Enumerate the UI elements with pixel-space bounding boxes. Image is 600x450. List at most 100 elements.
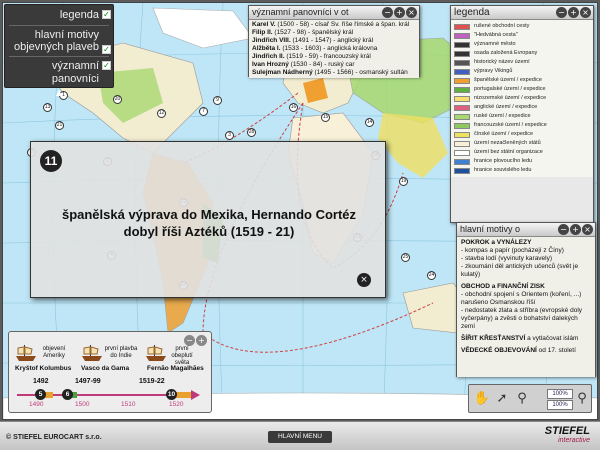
motive-line: - zkoumání děl antických učenců (svět je…	[461, 263, 579, 278]
checkbox-rulers[interactable]: ✓	[102, 61, 111, 70]
checkbox-motives[interactable]: ✓	[102, 45, 111, 54]
legend-label: portugalské území / expedice	[474, 86, 546, 92]
zoom-in-icon[interactable]: ⚲	[573, 389, 591, 409]
legend-panel-titlebar[interactable]: legenda − + ×	[451, 6, 593, 20]
legend-item: čínské území / expedice	[454, 130, 590, 139]
close-icon[interactable]: ×	[582, 224, 593, 235]
layer-motives[interactable]: hlavní motivy objevných plaveb ✓	[5, 29, 113, 54]
minimize-icon[interactable]: −	[558, 224, 569, 235]
explorer-desc: objevení Ameriky	[42, 346, 66, 359]
map-marker[interactable]: 9	[213, 96, 222, 105]
layer-motives-label: hlavní motivy objevných plaveb	[13, 29, 99, 53]
motive-heading-text: POKROK a VYNÁLEZY	[461, 239, 532, 246]
ruler-name: Jindřich VIII.	[252, 37, 291, 44]
logo-text: STIEFEL	[544, 425, 590, 437]
legend-item: hranice souvislého ledu	[454, 166, 590, 175]
info-popup: 11 španělská výprava do Mexika, Hernando…	[30, 141, 386, 298]
legend-item: ruské území / expedice	[454, 112, 590, 121]
legend-item: rušené obchodní cesty	[454, 22, 590, 31]
logo-subtext: interactive	[558, 437, 590, 444]
hand-icon[interactable]: ✋	[473, 389, 491, 409]
legend-swatch	[454, 113, 470, 120]
ship-icon[interactable]	[15, 344, 37, 362]
layer-legend[interactable]: legenda ✓	[5, 9, 113, 22]
map-marker[interactable]: 16	[289, 103, 298, 112]
legend-item: území nezačleněných států	[454, 139, 590, 148]
motives-panel: hlavní motivy o − + × POKROK a VYNÁLEZY - k…	[456, 222, 596, 377]
motive-heading-tail: od 17. století	[536, 347, 576, 354]
ruler-detail: (1495 - 1566) - osmanský sultán	[312, 69, 408, 76]
map-marker[interactable]: 20	[113, 95, 122, 104]
timeline-tick: 1520	[169, 401, 184, 408]
legend-swatch	[454, 41, 470, 48]
legend-item: výpravy Vikingů	[454, 67, 590, 76]
legend-swatch	[454, 167, 470, 174]
map-marker[interactable]: 7	[199, 107, 208, 116]
timeline-tick: 1510	[121, 401, 136, 408]
legend-label: čínské území / expedice	[474, 131, 534, 137]
rulers-panel-titlebar[interactable]: významní panovníci v ot − + ×	[249, 6, 419, 20]
map-marker[interactable]: 13	[43, 103, 52, 112]
pointer-icon[interactable]: ➚	[493, 389, 511, 409]
motive-heading: OBCHOD a FINANČNÍ ZISK	[461, 283, 591, 291]
motive-line: - nedostatek zlata a stříbra (evropské d…	[461, 307, 583, 330]
ruler-detail: (1500 - 58) - císař Sv. říše římské a šp…	[275, 21, 410, 28]
legend-label: hranice plovoucího ledu	[474, 158, 533, 164]
map-marker[interactable]: 12	[157, 109, 166, 118]
layer-rulers[interactable]: významní panovníci ✓	[5, 60, 113, 86]
minimize-icon[interactable]: −	[382, 7, 393, 18]
map-marker[interactable]: 25	[401, 253, 410, 262]
zoom-out-icon[interactable]: ⚲	[513, 389, 531, 409]
legend-panel: legenda − + × rušené obchodní cesty "Hedváb…	[450, 5, 594, 223]
ship-icon[interactable]	[81, 344, 103, 362]
legend-panel-title: legenda	[454, 7, 490, 18]
close-icon[interactable]: ×	[406, 7, 417, 18]
main-menu-button[interactable]: HLAVNÍ MENU	[268, 431, 332, 443]
close-icon[interactable]: ×	[580, 7, 591, 18]
legend-label: rušené obchodní cesty	[474, 23, 530, 29]
timeline-marker[interactable]: 10	[166, 389, 177, 400]
legend-item: portugalské území / expedice	[454, 85, 590, 94]
map-marker[interactable]: 21	[55, 121, 64, 130]
maximize-icon[interactable]: +	[394, 7, 405, 18]
legend-swatch	[454, 95, 470, 102]
map-marker[interactable]: 15	[321, 113, 330, 122]
explorer-year: 1492	[33, 378, 49, 385]
ruler-item: Sulejman Nádherný (1495 - 1566) - osmans…	[252, 69, 416, 77]
map-marker[interactable]: 28	[247, 128, 256, 137]
legend-item: francouzské území / expedice	[454, 121, 590, 130]
legend-swatch	[454, 77, 470, 84]
timeline-marker[interactable]: 6	[62, 389, 73, 400]
map-marker[interactable]: 24	[427, 271, 436, 280]
toolbox: ✋ ➚ ⚲ 100% 100% ⚲	[468, 384, 592, 413]
legend-swatch	[454, 23, 470, 30]
ruler-item: Karel V. (1500 - 58) - císař Sv. říše ří…	[252, 21, 416, 29]
minimize-icon[interactable]: −	[184, 335, 195, 346]
info-number-badge: 11	[40, 150, 62, 172]
ruler-name: Karel V.	[252, 21, 276, 28]
checkbox-legend[interactable]: ✓	[102, 10, 111, 19]
map-marker[interactable]: 14	[365, 118, 374, 127]
timeline-panel: − + objevení Ameriky první plavba do Indi…	[8, 331, 212, 413]
timeline-marker[interactable]: 5	[35, 389, 46, 400]
legend-swatch	[454, 122, 470, 129]
maximize-icon[interactable]: +	[570, 224, 581, 235]
ruler-detail: (1527 - 98) - španělský král	[272, 29, 354, 36]
ship-icon[interactable]	[145, 344, 167, 362]
legend-item: nizozemské území / expedice	[454, 94, 590, 103]
legend-swatch	[454, 32, 470, 39]
legend-swatch	[454, 149, 470, 156]
legend-swatch	[454, 131, 470, 138]
maximize-icon[interactable]: +	[196, 335, 207, 346]
close-icon[interactable]: ×	[357, 273, 371, 287]
legend-swatch	[454, 59, 470, 66]
app-window: 123478912131415161718192021222324252728 …	[0, 0, 600, 450]
minimize-icon[interactable]: −	[556, 7, 567, 18]
map-marker[interactable]: 3	[225, 131, 234, 140]
map-marker[interactable]: 19	[399, 177, 408, 186]
maximize-icon[interactable]: +	[568, 7, 579, 18]
motives-panel-titlebar[interactable]: hlavní motivy o − + ×	[457, 223, 595, 237]
collapse-arrow-icon[interactable]: ▲	[5, 88, 113, 97]
legend-item: významné město	[454, 40, 590, 49]
motive-heading: POKROK a VYNÁLEZY	[461, 239, 591, 247]
